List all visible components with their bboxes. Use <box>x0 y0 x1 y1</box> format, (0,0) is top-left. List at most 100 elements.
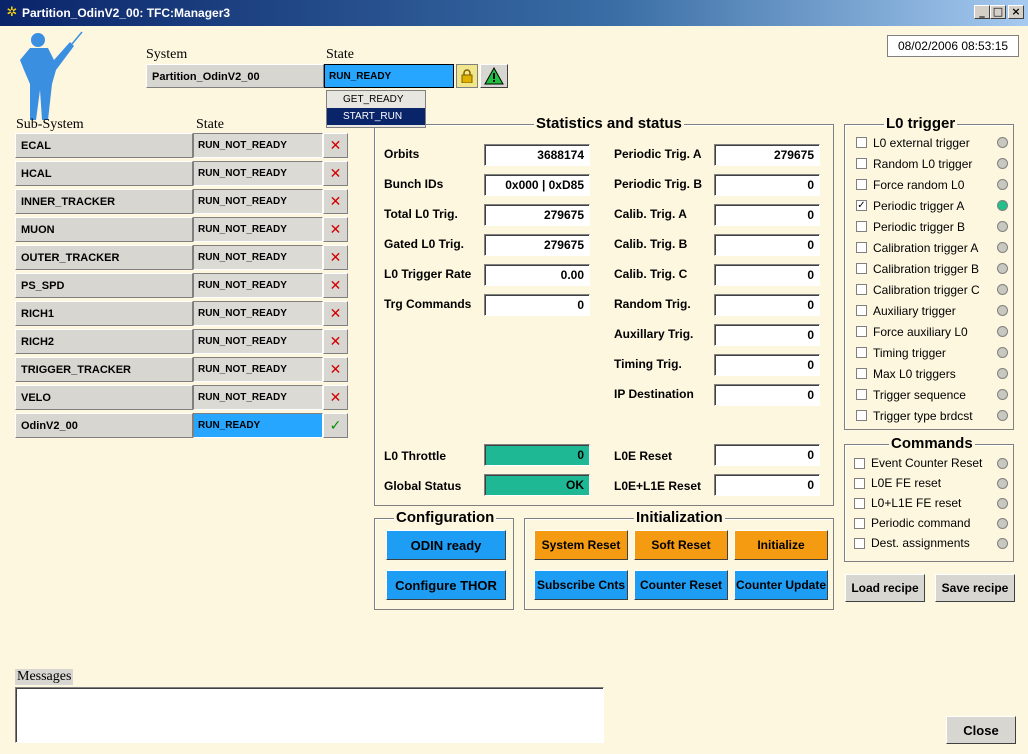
status-led-icon <box>997 179 1008 190</box>
stat-value: 0 <box>484 294 590 316</box>
l0-trigger-item[interactable]: L0 external trigger <box>856 132 1008 153</box>
command-checkbox[interactable] <box>854 497 865 509</box>
close-button[interactable]: Close <box>946 716 1016 744</box>
l0-trigger-item[interactable]: Periodic trigger B <box>856 216 1008 237</box>
trigger-checkbox[interactable] <box>856 137 867 148</box>
warning-button[interactable] <box>480 64 508 88</box>
l0-trigger-item[interactable]: Calibration trigger A <box>856 237 1008 258</box>
state-dropdown-menu: GET_READY START_RUN <box>326 90 426 128</box>
command-checkbox[interactable] <box>854 477 865 489</box>
command-item[interactable]: Periodic command <box>854 513 1008 533</box>
subsystem-status-button[interactable]: ✕ <box>323 301 348 326</box>
minimize-button[interactable]: _ <box>974 5 990 19</box>
subsystem-status-button[interactable]: ✕ <box>323 217 348 242</box>
subsystem-state[interactable]: RUN_NOT_READY <box>193 357 323 382</box>
subsystem-status-button[interactable]: ✕ <box>323 245 348 270</box>
subsystem-name: OUTER_TRACKER <box>15 245 193 270</box>
l0-trigger-item[interactable]: Force auxiliary L0 <box>856 321 1008 342</box>
x-icon: ✕ <box>329 389 342 405</box>
trigger-checkbox[interactable]: ✓ <box>856 200 867 211</box>
subsystem-state[interactable]: RUN_NOT_READY <box>193 133 323 158</box>
command-item[interactable]: Event Counter Reset <box>854 453 1008 473</box>
subsystem-status-button[interactable]: ✕ <box>323 273 348 298</box>
l0-trigger-list: L0 external trigger Random L0 trigger Forc… <box>856 132 1008 426</box>
command-checkbox[interactable] <box>854 537 865 549</box>
subsystem-state[interactable]: RUN_NOT_READY <box>193 301 323 326</box>
state-option[interactable]: GET_READY <box>327 91 425 108</box>
l0-trigger-item[interactable]: Force random L0 <box>856 174 1008 195</box>
app-icon[interactable]: ✲ <box>5 5 19 19</box>
x-icon: ✕ <box>329 193 342 209</box>
trigger-checkbox[interactable] <box>856 179 867 190</box>
subsystem-status-button[interactable]: ✕ <box>323 133 348 158</box>
subsystem-status-button[interactable]: ✕ <box>323 189 348 214</box>
system-state-select[interactable]: RUN_READY <box>324 64 454 88</box>
l0-throttle-value: 0 <box>484 444 590 466</box>
counter-update-button[interactable]: Counter Update <box>734 570 828 600</box>
l0-trigger-item[interactable]: Trigger type brdcst <box>856 405 1008 426</box>
close-window-button[interactable]: × <box>1008 5 1024 19</box>
subsystem-state[interactable]: RUN_READY <box>193 413 323 438</box>
system-name: Partition_OdinV2_00 <box>146 64 324 88</box>
trigger-checkbox[interactable] <box>856 410 867 421</box>
subsystem-status-button[interactable]: ✕ <box>323 161 348 186</box>
subsystem-status-button[interactable]: ✕ <box>323 385 348 410</box>
system-reset-button[interactable]: System Reset <box>534 530 628 560</box>
subsystem-state[interactable]: RUN_NOT_READY <box>193 189 323 214</box>
l0-trigger-item[interactable]: Auxiliary trigger <box>856 300 1008 321</box>
l0-trigger-item[interactable]: Calibration trigger B <box>856 258 1008 279</box>
stat-value: 0 <box>714 354 820 376</box>
l0-trigger-item[interactable]: ✓ Periodic trigger A <box>856 195 1008 216</box>
trigger-checkbox[interactable] <box>856 221 867 232</box>
trigger-label: Force random L0 <box>873 177 965 192</box>
command-item[interactable]: L0+L1E FE reset <box>854 493 1008 513</box>
subsystem-state[interactable]: RUN_NOT_READY <box>193 161 323 186</box>
l0-trigger-item[interactable]: Timing trigger <box>856 342 1008 363</box>
command-checkbox[interactable] <box>854 457 865 469</box>
l0-trigger-item[interactable]: Max L0 triggers <box>856 363 1008 384</box>
subsystem-state[interactable]: RUN_NOT_READY <box>193 385 323 410</box>
save-recipe-button[interactable]: Save recipe <box>935 574 1015 602</box>
command-item[interactable]: Dest. assignments <box>854 533 1008 553</box>
status-led-icon <box>997 457 1008 469</box>
trigger-checkbox[interactable] <box>856 242 867 253</box>
subsystem-status-button[interactable]: ✓ <box>323 413 348 438</box>
l0-trigger-item[interactable]: Calibration trigger C <box>856 279 1008 300</box>
subscribe-counters-button[interactable]: Subscribe Cnts <box>534 570 628 600</box>
subsystem-status-button[interactable]: ✕ <box>323 357 348 382</box>
trigger-checkbox[interactable] <box>856 347 867 358</box>
subsystem-state[interactable]: RUN_NOT_READY <box>193 329 323 354</box>
stat-label: Calib. Trig. B <box>614 237 688 251</box>
title-bar[interactable]: Partition_OdinV2_00: TFC:Manager3 <box>0 0 1028 26</box>
state-option[interactable]: START_RUN <box>327 108 425 125</box>
configure-thor-button[interactable]: Configure THOR <box>386 570 506 600</box>
messages-textarea[interactable] <box>15 687 604 743</box>
l0-trigger-item[interactable]: Random L0 trigger <box>856 153 1008 174</box>
command-checkbox[interactable] <box>854 517 865 529</box>
initialize-button[interactable]: Initialize <box>734 530 828 560</box>
odin-ready-button[interactable]: ODIN ready <box>386 530 506 560</box>
lock-button[interactable] <box>456 64 478 88</box>
command-item[interactable]: L0E FE reset <box>854 473 1008 493</box>
maximize-button[interactable]: □ <box>990 5 1006 19</box>
trigger-checkbox[interactable] <box>856 368 867 379</box>
l0e-reset-label: L0E Reset <box>614 449 673 463</box>
subsystem-status-button[interactable]: ✕ <box>323 329 348 354</box>
commands-title: Commands <box>889 435 975 452</box>
trigger-checkbox[interactable] <box>856 389 867 400</box>
subsystem-state[interactable]: RUN_NOT_READY <box>193 273 323 298</box>
system-state-header: State <box>326 47 354 62</box>
trigger-checkbox[interactable] <box>856 158 867 169</box>
l0-trigger-item[interactable]: Trigger sequence <box>856 384 1008 405</box>
trigger-checkbox[interactable] <box>856 326 867 337</box>
trigger-label: Periodic trigger B <box>873 219 966 234</box>
soft-reset-button[interactable]: Soft Reset <box>634 530 728 560</box>
subsystem-state[interactable]: RUN_NOT_READY <box>193 245 323 270</box>
trigger-checkbox[interactable] <box>856 284 867 295</box>
counter-reset-button[interactable]: Counter Reset <box>634 570 728 600</box>
trigger-checkbox[interactable] <box>856 305 867 316</box>
subsystem-state[interactable]: RUN_NOT_READY <box>193 217 323 242</box>
trigger-checkbox[interactable] <box>856 263 867 274</box>
load-recipe-button[interactable]: Load recipe <box>845 574 925 602</box>
subsystem-name: ECAL <box>15 133 193 158</box>
